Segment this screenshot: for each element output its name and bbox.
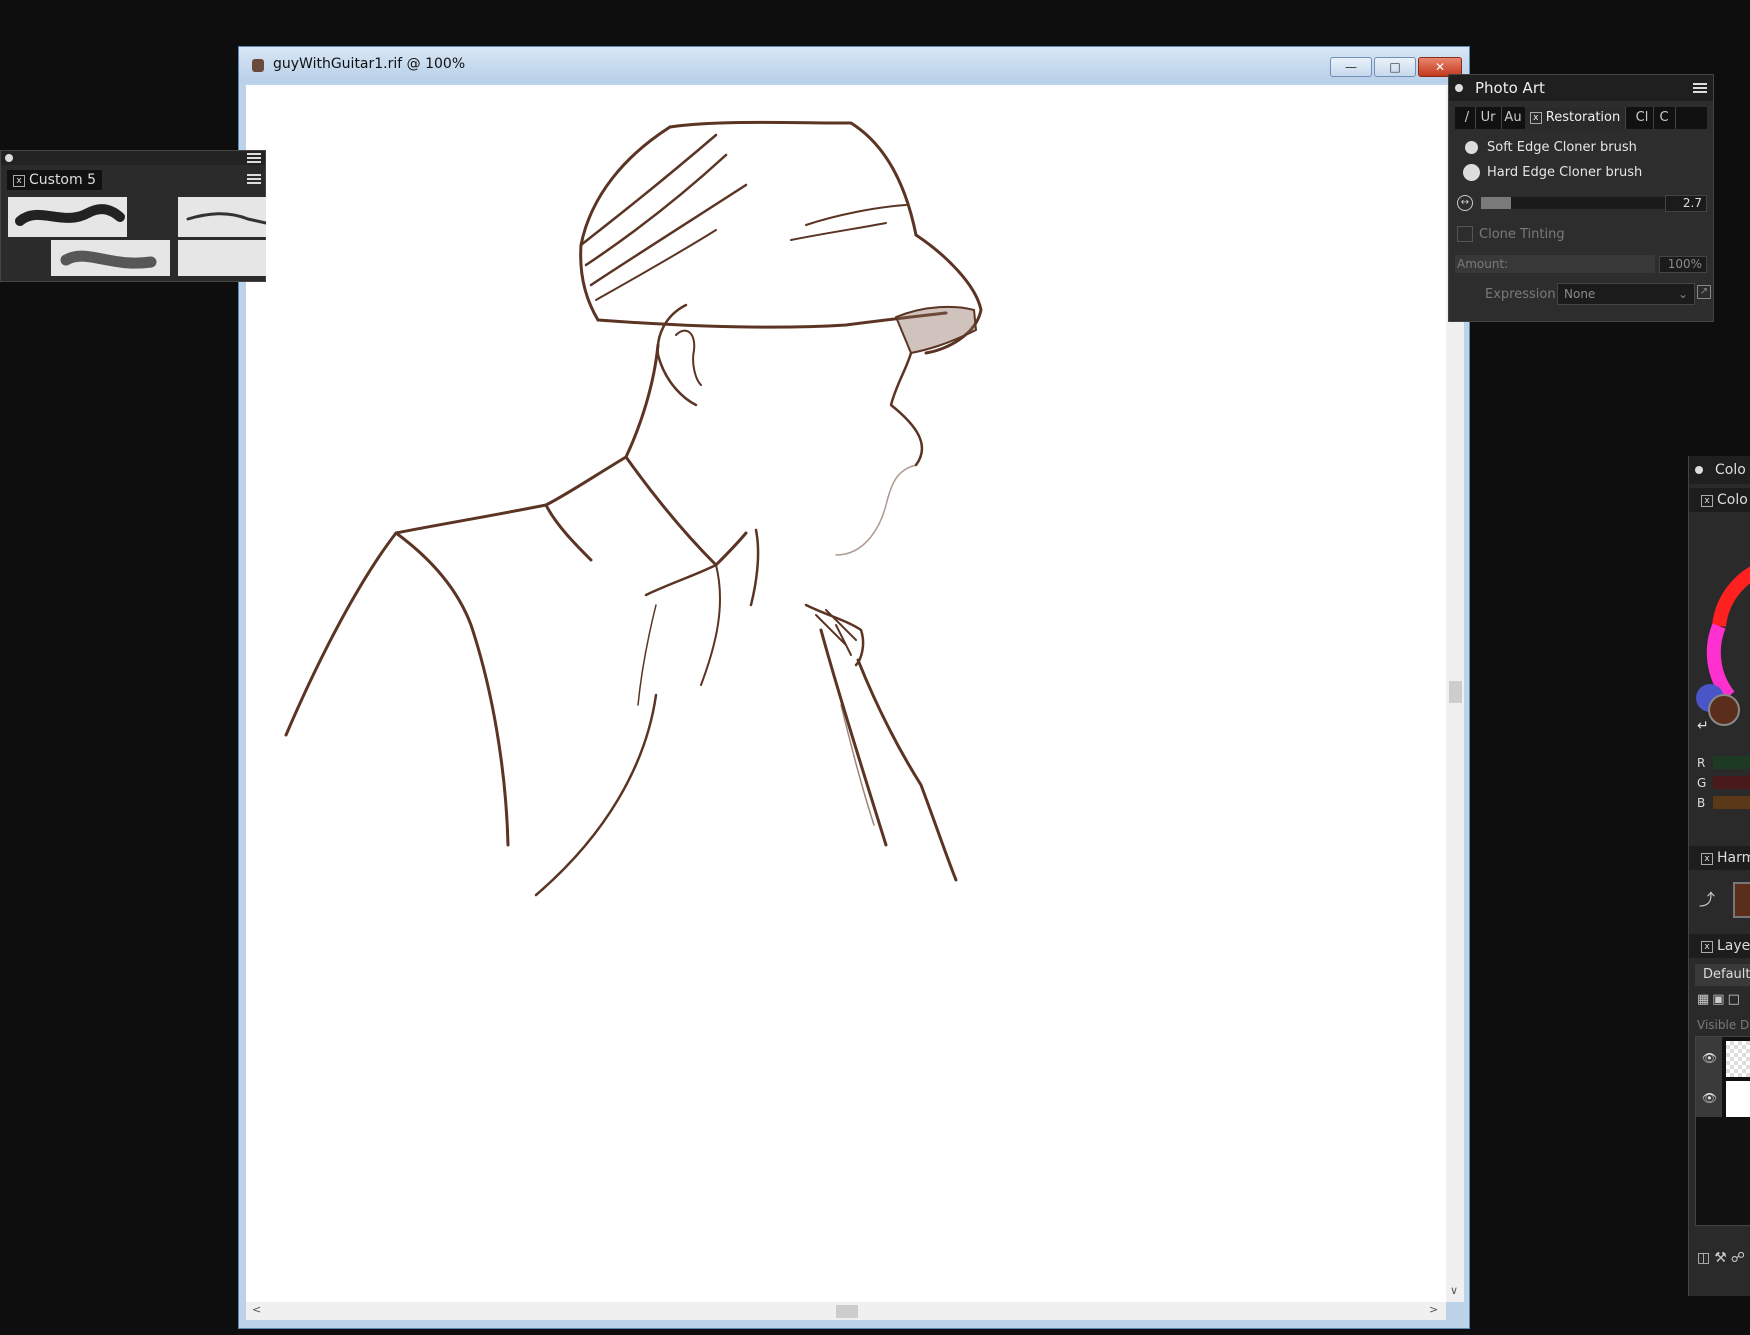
custom-palette: x Custom 5 xyxy=(0,150,268,282)
sketch-drawing xyxy=(284,120,983,897)
layer-tools-icon[interactable]: ▦▣□ xyxy=(1697,992,1743,1007)
photo-art-header[interactable]: Photo Art xyxy=(1449,75,1713,101)
soft-edge-label[interactable]: Soft Edge Cloner brush xyxy=(1487,140,1637,155)
canvas-thumbnail[interactable] xyxy=(1726,1081,1750,1117)
layers-list: 👁 👁 xyxy=(1695,1036,1750,1226)
color-wheel[interactable] xyxy=(1689,516,1750,716)
panel-menu-icon[interactable] xyxy=(1693,83,1707,93)
hard-edge-label[interactable]: Hard Edge Cloner brush xyxy=(1487,165,1642,180)
soft-edge-radio[interactable] xyxy=(1465,141,1478,154)
drawing-canvas[interactable] xyxy=(246,85,1446,1302)
color-tab[interactable]: x Colo xyxy=(1689,488,1750,512)
brush-preset-1[interactable] xyxy=(8,197,127,237)
horizontal-scroll-thumb[interactable] xyxy=(836,1305,858,1318)
harmonies-tab-label: Harm xyxy=(1717,850,1750,866)
scroll-down-icon[interactable]: ∨ xyxy=(1450,1284,1458,1297)
harmony-rule-icon[interactable]: ⤴ xyxy=(1699,886,1715,910)
custom-palette-tab-label: Custom 5 xyxy=(29,172,96,188)
palette-menu-icon[interactable] xyxy=(247,153,261,163)
color-tab-label: Colo xyxy=(1717,492,1748,508)
expression-value: None xyxy=(1564,287,1596,301)
color-panel-header[interactable]: Colo xyxy=(1689,456,1750,484)
photo-art-tabs: / Ur Au x Restoration Cl C xyxy=(1455,107,1707,129)
clone-tinting-checkbox[interactable] xyxy=(1457,226,1473,242)
harmonies-tab[interactable]: x Harm xyxy=(1689,846,1750,870)
hard-edge-radio[interactable] xyxy=(1463,164,1480,181)
custom-palette-tab[interactable]: x Custom 5 xyxy=(7,170,102,190)
primary-color-swatch[interactable] xyxy=(1708,694,1740,726)
brush-preset-2[interactable] xyxy=(178,197,268,237)
tab-6[interactable]: C xyxy=(1653,107,1676,129)
scroll-right-icon[interactable]: > xyxy=(1429,1303,1438,1316)
minimize-icon: — xyxy=(1345,60,1357,74)
close-icon: ✕ xyxy=(1434,60,1446,74)
expression-direction-icon[interactable]: ↗ xyxy=(1697,285,1711,299)
brush-preset-3[interactable] xyxy=(51,240,170,276)
tab-5[interactable]: Cl xyxy=(1631,107,1654,129)
tab-restoration-label: Restoration xyxy=(1545,110,1621,125)
swap-colors-icon[interactable]: ↵ xyxy=(1697,718,1709,734)
palette-grip-icon[interactable] xyxy=(5,154,13,162)
scroll-left-icon[interactable]: < xyxy=(252,1303,261,1316)
red-slider[interactable] xyxy=(1713,756,1750,769)
tab-2[interactable]: Ur xyxy=(1475,107,1502,129)
tab-restoration[interactable]: x Restoration xyxy=(1525,107,1626,129)
document-title: guyWithGuitar1.rif @ 100% xyxy=(273,56,466,72)
close-tab-icon[interactable]: x xyxy=(1701,941,1713,953)
visible-label: Visible De xyxy=(1697,1018,1750,1032)
tab-3[interactable]: Au xyxy=(1501,107,1526,129)
maximize-icon: □ xyxy=(1389,60,1401,74)
layers-tab-label: Layer xyxy=(1717,938,1750,954)
brush-stroke-icon xyxy=(15,204,125,226)
tab-1[interactable]: / xyxy=(1459,107,1476,129)
red-label: R xyxy=(1697,756,1706,770)
horizontal-scrollbar[interactable]: < > xyxy=(246,1302,1446,1320)
custom-palette-header[interactable] xyxy=(1,151,265,165)
document-icon xyxy=(252,59,264,72)
expression-select[interactable]: None ⌄ xyxy=(1557,283,1695,305)
minimize-button[interactable]: — xyxy=(1330,57,1372,77)
layer-visibility-column xyxy=(1696,1037,1722,1117)
document-window: guyWithGuitar1.rif @ 100% — □ ✕ ∨ < > xyxy=(238,46,1470,1329)
panel-grip-icon[interactable] xyxy=(1695,466,1703,474)
color-panel: Colo x Colo ↵ R G B x Harm ⤴ x Layer Defaul… xyxy=(1688,456,1750,1296)
close-tab-icon[interactable]: x xyxy=(1701,495,1713,507)
amount-label: Amount: xyxy=(1457,257,1509,271)
green-slider[interactable] xyxy=(1713,776,1750,789)
brush-stroke-icon xyxy=(60,250,157,269)
color-panel-title: Colo xyxy=(1715,462,1746,478)
chevron-down-icon: ⌄ xyxy=(1677,287,1688,301)
close-tab-icon[interactable]: x xyxy=(13,175,25,187)
size-value-field[interactable]: 2.7 xyxy=(1665,195,1707,212)
close-tab-icon[interactable]: x xyxy=(1701,853,1713,865)
eye-icon[interactable]: 👁 xyxy=(1702,1091,1717,1105)
vertical-scroll-thumb[interactable] xyxy=(1449,681,1462,703)
maximize-button[interactable]: □ xyxy=(1374,57,1416,77)
photo-art-title: Photo Art xyxy=(1475,79,1545,97)
brush-stroke-icon xyxy=(186,212,268,225)
eye-icon[interactable]: 👁 xyxy=(1702,1051,1717,1065)
blue-slider[interactable] xyxy=(1713,796,1750,809)
composite-method-select[interactable]: Default xyxy=(1695,964,1750,986)
size-slider-fill xyxy=(1481,197,1511,209)
amount-value-field[interactable]: 100% xyxy=(1659,256,1707,273)
document-titlebar[interactable]: guyWithGuitar1.rif @ 100% — □ ✕ xyxy=(239,47,1469,83)
layers-tab[interactable]: x Layer xyxy=(1689,934,1750,958)
layer-actions-icon[interactable]: ◫⚒☍ xyxy=(1697,1250,1749,1266)
layer-thumbnail[interactable] xyxy=(1726,1041,1750,1077)
panel-grip-icon[interactable] xyxy=(1455,84,1463,92)
green-label: G xyxy=(1697,776,1707,790)
expression-label: Expression: xyxy=(1485,287,1560,302)
brush-preset-4[interactable] xyxy=(178,240,266,276)
size-icon: ↔ xyxy=(1457,195,1473,211)
clone-tinting-label: Clone Tinting xyxy=(1479,227,1565,242)
tab-menu-icon[interactable] xyxy=(247,174,261,184)
photo-art-panel: Photo Art / Ur Au x Restoration Cl C Soft… xyxy=(1448,74,1714,322)
blue-label: B xyxy=(1697,796,1706,810)
close-tab-icon[interactable]: x xyxy=(1529,112,1542,124)
harmony-swatch[interactable] xyxy=(1733,882,1750,918)
